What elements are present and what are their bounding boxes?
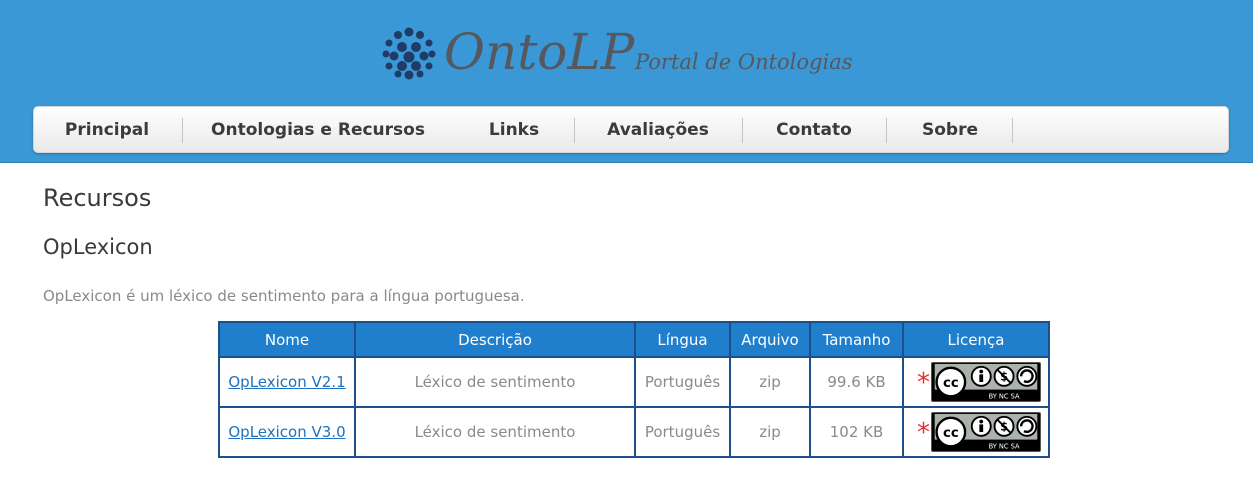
- resource-link[interactable]: OpLexicon V3.0: [228, 423, 345, 441]
- nav-separator: [742, 118, 743, 143]
- license-badge[interactable]: * cc $ BY NC SA: [917, 359, 1041, 402]
- nav-item-principal[interactable]: Principal: [65, 107, 149, 154]
- cell-nome: OpLexicon V2.1: [218, 356, 356, 408]
- resource-link[interactable]: OpLexicon V2.1: [228, 373, 345, 391]
- cell-arquivo: zip: [729, 356, 811, 408]
- table-row: OpLexicon V3.0 Léxico de sentimento Port…: [218, 406, 1050, 458]
- creative-commons-icon: cc $ BY NC SA: [931, 412, 1041, 452]
- license-note-mark: *: [917, 418, 930, 448]
- license-badge-text: BY NC SA: [989, 443, 1020, 451]
- intro-text: OpLexicon é um léxico de sentimento para…: [43, 287, 525, 305]
- column-header-descricao: Descrição: [354, 321, 636, 358]
- column-header-licenca: Licença: [902, 321, 1050, 358]
- table-header-row: Nome Descrição Língua Arquivo Tamanho Li…: [218, 321, 1050, 358]
- cell-licenca: * cc $ BY NC SA: [902, 356, 1050, 408]
- nav-item-sobre[interactable]: Sobre: [922, 107, 978, 154]
- cell-tamanho: 102 KB: [809, 406, 904, 458]
- cell-tamanho: 99.6 KB: [809, 356, 904, 408]
- cell-descricao: Léxico de sentimento: [354, 356, 636, 408]
- table-row: OpLexicon V2.1 Léxico de sentimento Port…: [218, 356, 1050, 408]
- column-header-arquivo: Arquivo: [729, 321, 811, 358]
- cell-lingua: Português: [634, 406, 731, 458]
- site-header: OntoLP Portal de Ontologias Principal On…: [0, 0, 1253, 163]
- cell-lingua: Português: [634, 356, 731, 408]
- svg-text:cc: cc: [943, 376, 959, 391]
- nav-item-ontologias-e-recursos[interactable]: Ontologias e Recursos: [211, 107, 425, 154]
- cell-arquivo: zip: [729, 406, 811, 458]
- cell-licenca: * cc $ BY NC SA: [902, 406, 1050, 458]
- nav-separator: [574, 118, 575, 143]
- logo-tagline: Portal de Ontologias: [635, 50, 853, 74]
- nav-item-avaliacoes[interactable]: Avaliações: [607, 107, 709, 154]
- column-header-tamanho: Tamanho: [809, 321, 904, 358]
- creative-commons-icon: cc $ BY NC SA: [931, 362, 1041, 402]
- main-nav: Principal Ontologias e Recursos Links Av…: [33, 106, 1229, 153]
- page-title: Recursos: [43, 184, 152, 212]
- nav-separator: [1012, 118, 1013, 143]
- resources-table: Nome Descrição Língua Arquivo Tamanho Li…: [218, 321, 1050, 458]
- column-header-nome: Nome: [218, 321, 356, 358]
- nav-separator: [886, 118, 887, 143]
- dot-cluster-icon: [382, 27, 436, 80]
- nav-separator: [182, 118, 183, 143]
- logo-title: OntoLP: [444, 23, 635, 81]
- license-badge-text: BY NC SA: [989, 393, 1020, 401]
- cell-descricao: Léxico de sentimento: [354, 406, 636, 458]
- svg-text:cc: cc: [943, 426, 959, 441]
- license-note-mark: *: [917, 368, 930, 398]
- cell-nome: OpLexicon V3.0: [218, 406, 356, 458]
- nav-item-contato[interactable]: Contato: [776, 107, 852, 154]
- nav-item-links[interactable]: Links: [489, 107, 539, 154]
- section-title: OpLexicon: [43, 235, 153, 259]
- column-header-lingua: Língua: [634, 321, 731, 358]
- license-badge[interactable]: * cc $ BY NC SA: [917, 409, 1041, 452]
